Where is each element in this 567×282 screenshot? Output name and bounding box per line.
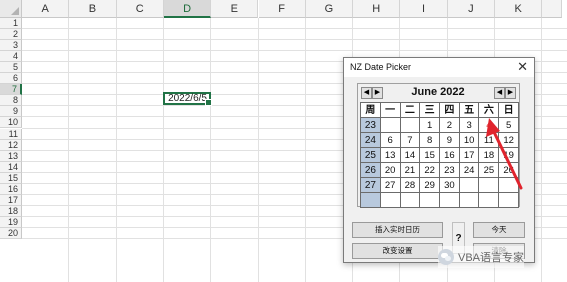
watermark-text: VBA语言专家 <box>458 252 525 264</box>
wechat-icon <box>438 249 454 265</box>
watermark: VBA语言专家 <box>438 246 525 268</box>
red-annotation-arrow <box>486 118 523 190</box>
